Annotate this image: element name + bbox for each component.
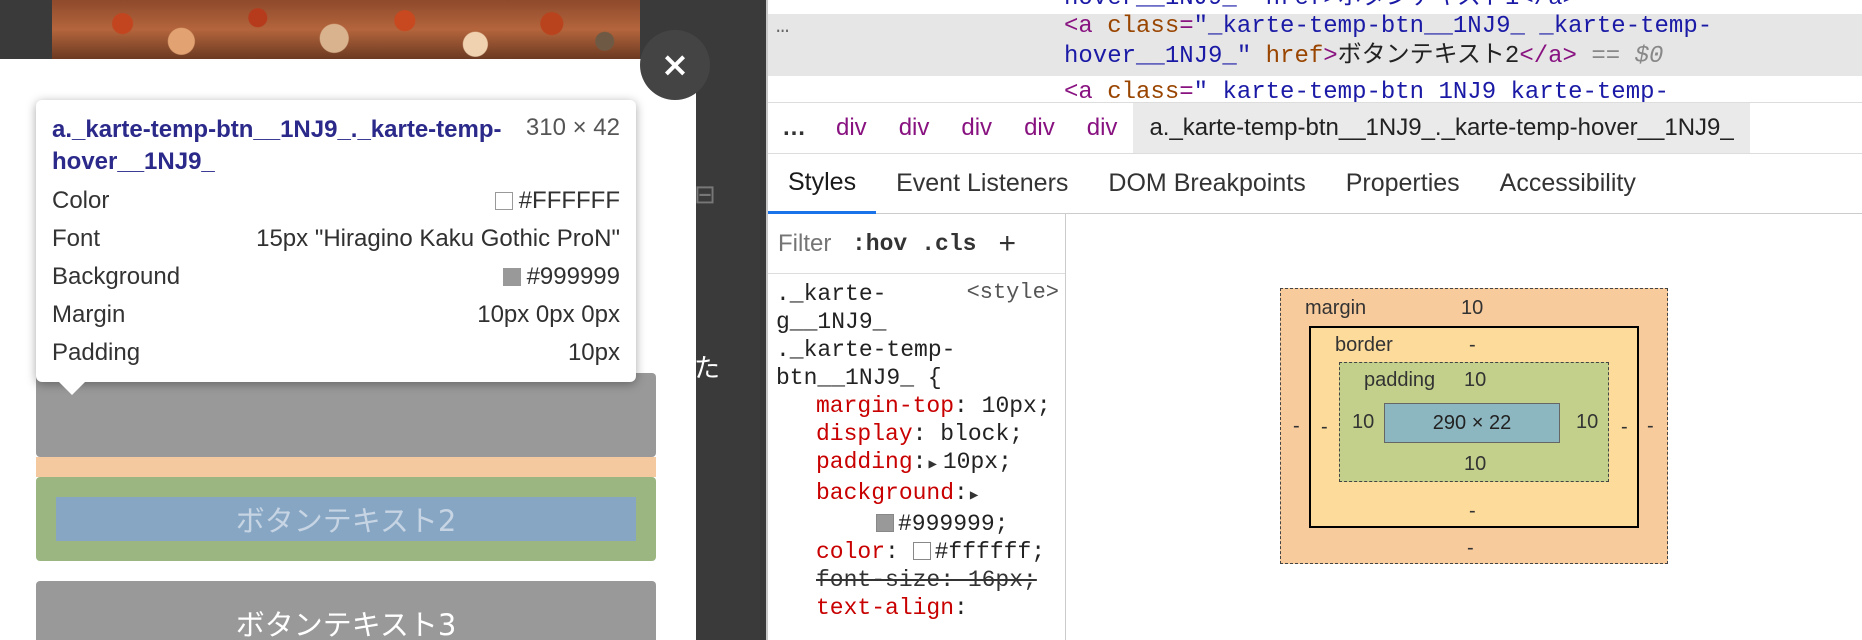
tooltip-value: 10px (567, 339, 620, 366)
background-text: た (694, 354, 721, 384)
margin-right-value[interactable]: - (1647, 415, 1654, 438)
box-model-margin[interactable]: margin 10 - - - border - - - - padding 1… (1280, 288, 1668, 564)
food-photo (52, 0, 640, 59)
css-declaration[interactable]: text-align: (776, 594, 1065, 622)
tooltip-value: 10px 0px 0px (477, 301, 620, 328)
expand-triangle-icon[interactable]: ▶ (928, 457, 936, 473)
close-button[interactable]: × (640, 30, 710, 100)
breadcrumb-more[interactable]: … (768, 114, 820, 142)
breadcrumb-item[interactable]: div (945, 114, 1008, 142)
tooltip-value: 15px "Hiragino Kaku Gothic ProN" (256, 225, 620, 252)
close-icon: × (660, 45, 690, 85)
tooltip-row-padding: Padding 10px (52, 335, 620, 371)
css-declaration-overridden[interactable]: font-size: 16px; (776, 566, 1065, 594)
expand-triangle-icon[interactable]: ▶ (970, 488, 978, 504)
css-declaration[interactable]: color: #ffffff; (776, 538, 1065, 566)
margin-label: margin (1305, 297, 1367, 319)
border-top-value[interactable]: - (1469, 334, 1476, 357)
elements-tree[interactable]: hover__1NJ9_" href>ボタンテキスト1</a> … <a cla… (768, 0, 1862, 102)
button-3[interactable]: ボタンテキスト3 (36, 581, 656, 640)
box-model-padding[interactable]: padding 10 10 10 10 290 × 22 (1339, 362, 1609, 482)
rule-selector: ._karte- (776, 281, 887, 307)
tab-styles[interactable]: Styles (768, 154, 877, 214)
color-swatch-icon[interactable] (876, 514, 894, 532)
background-glyph: ⊟ (694, 180, 716, 210)
tooltip-row-margin: Margin 10px 0px 0px (52, 297, 620, 333)
box-model-pane: margin 10 - - - border - - - - padding 1… (1068, 214, 1862, 640)
dom-line-selected[interactable]: <a class="_karte-temp-btn__1NJ9_ _karte-… (1064, 12, 1712, 42)
breadcrumb: … div div div div div a._karte-temp-btn_… (768, 102, 1862, 154)
tooltip-size: 310 × 42 (525, 114, 620, 141)
dom-line-selected[interactable]: hover__1NJ9_" href>ボタンテキスト2</a> == $0 (1064, 42, 1663, 72)
breadcrumb-item[interactable]: div (883, 114, 946, 142)
devtools-panel: hover__1NJ9_" href>ボタンテキスト1</a> … <a cla… (766, 0, 1862, 640)
rule-selector: g__1NJ9_ (776, 309, 887, 335)
tooltip-label: Font (52, 225, 101, 252)
tab-properties[interactable]: Properties (1326, 154, 1480, 214)
padding-label: padding (1364, 369, 1436, 391)
padding-left-value[interactable]: 10 (1352, 411, 1374, 434)
tooltip-row-font: Font 15px "Hiragino Kaku Gothic ProN" (52, 221, 620, 257)
css-rule: ._karte- g__1NJ9_ ._karte-temp- btn__1NJ… (776, 280, 1065, 622)
rule-selector: ._karte-temp- (776, 337, 956, 363)
tooltip-row-background: Background #999999 (52, 259, 620, 295)
add-rule-button[interactable]: + (998, 227, 1016, 261)
tooltip-value: #FFFFFF (518, 187, 620, 214)
css-declaration[interactable]: margin-top: 10px; (776, 392, 1065, 420)
rule-selector: btn__1NJ9_ { (776, 365, 942, 391)
css-declaration-value[interactable]: #999999; (776, 510, 1065, 538)
padding-right-value[interactable]: 10 (1576, 411, 1598, 434)
tooltip-selector: a._karte-temp-btn__1NJ9_._karte-temp-hov… (52, 116, 502, 175)
tooltip-label: Margin (52, 301, 126, 328)
tooltip-label: Background (52, 263, 181, 290)
sidebar-tabs: Styles Event Listeners DOM Breakpoints P… (768, 154, 1862, 214)
box-model-border[interactable]: border - - - - padding 10 10 10 10 290 ×… (1309, 326, 1639, 528)
css-declaration[interactable]: display: block; (776, 420, 1065, 448)
css-declaration[interactable]: background: ▶ (776, 479, 1065, 510)
tooltip-row-color: Color #FFFFFF (52, 183, 620, 219)
border-bottom-value[interactable]: - (1469, 500, 1476, 523)
breadcrumb-item[interactable]: div (1071, 114, 1134, 142)
color-swatch-icon (502, 268, 521, 286)
button-2[interactable]: ボタンテキスト2 (56, 497, 636, 541)
tab-event-listeners[interactable]: Event Listeners (876, 154, 1088, 214)
node-actions-icon[interactable]: … (776, 14, 789, 39)
tab-accessibility[interactable]: Accessibility (1480, 154, 1656, 214)
color-swatch-icon (494, 192, 513, 210)
border-label: border (1335, 334, 1393, 356)
breadcrumb-item[interactable]: div (1008, 114, 1071, 142)
breadcrumb-current[interactable]: a._karte-temp-btn__1NJ9_._karte-temp-hov… (1133, 103, 1750, 153)
tooltip-value: #999999 (526, 263, 620, 290)
inspect-tooltip: a._karte-temp-btn__1NJ9_._karte-temp-hov… (36, 100, 636, 382)
cls-button[interactable]: .cls (921, 231, 976, 257)
page-viewport: ボタンテキスト2 ボタンテキスト3 た ⊟ × a._karte-temp-bt… (0, 0, 766, 640)
tooltip-arrow (58, 381, 86, 395)
color-swatch-icon[interactable] (912, 542, 931, 560)
hov-button[interactable]: :hov (852, 231, 907, 257)
border-right-value[interactable]: - (1621, 416, 1628, 439)
tooltip-label: Color (52, 187, 110, 214)
box-model-content[interactable]: 290 × 22 (1384, 403, 1560, 443)
css-declaration[interactable]: padding: ▶ 10px; (776, 448, 1065, 479)
button-1[interactable] (36, 373, 656, 457)
padding-top-value[interactable]: 10 (1464, 369, 1486, 392)
breadcrumb-item[interactable]: div (820, 114, 883, 142)
margin-left-value[interactable]: - (1293, 415, 1300, 438)
styles-pane: :hov .cls + <style> ._karte- g__1NJ9_ ._… (768, 214, 1066, 640)
padding-bottom-value[interactable]: 10 (1464, 453, 1486, 476)
filter-bar: :hov .cls + (768, 214, 1065, 274)
filter-input[interactable] (776, 223, 838, 264)
margin-bottom-value[interactable]: - (1467, 537, 1474, 560)
tooltip-label: Padding (52, 339, 141, 366)
margin-top-value[interactable]: 10 (1461, 297, 1483, 320)
tab-dom-breakpoints[interactable]: DOM Breakpoints (1088, 154, 1325, 214)
button-2-margin-highlight (36, 457, 656, 477)
dom-line[interactable]: <a class=" karte-temp-btn 1NJ9 karte-tem… (1064, 78, 1669, 102)
border-left-value[interactable]: - (1321, 416, 1328, 439)
